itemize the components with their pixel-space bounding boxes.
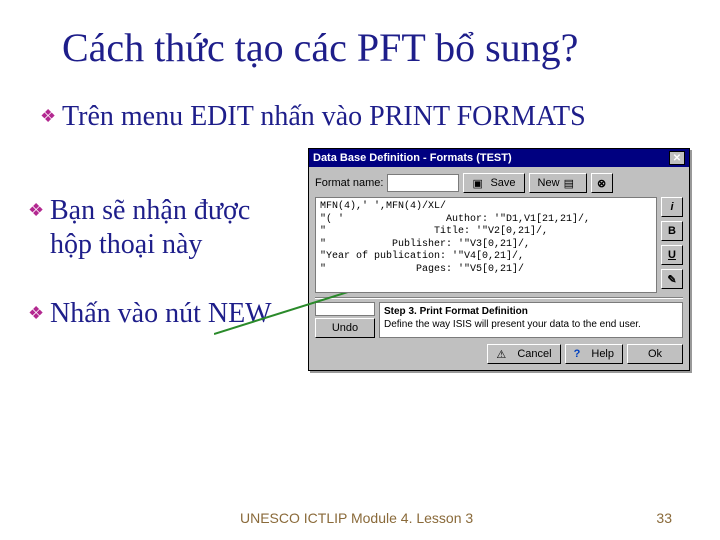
format-name-label: Format name: <box>315 177 383 189</box>
diamond-icon: ❖ <box>40 106 56 128</box>
bold-button[interactable]: B <box>661 221 683 241</box>
page-number: 33 <box>656 510 672 526</box>
bullet-2-text: Bạn sẽ nhận được hộp thoại này <box>50 195 250 260</box>
diamond-icon: ❖ <box>28 303 44 325</box>
slide-title: Cách thức tạo các PFT bổ sung? <box>62 24 692 71</box>
save-button[interactable]: ▣Save <box>463 173 524 193</box>
footer-text: UNESCO ICTLIP Module 4. Lesson 3 <box>240 510 473 526</box>
italic-button[interactable]: i <box>661 197 683 217</box>
ok-button[interactable]: Ok <box>627 344 683 364</box>
doc-icon: ▤ <box>564 177 578 189</box>
new-button[interactable]: New▤ <box>529 173 587 193</box>
bullet-1-text: Trên menu EDIT nhấn vào PRINT FORMATS <box>62 101 586 132</box>
bullet-1: ❖ Trên menu EDIT nhấn vào PRINT FORMATS <box>40 100 586 134</box>
format-name-input[interactable] <box>387 174 459 192</box>
question-icon: ? <box>574 348 581 360</box>
dialog-titlebar: Data Base Definition - Formats (TEST) ✕ <box>309 149 689 167</box>
step-text: Define the way ISIS will present your da… <box>384 319 678 332</box>
dialog-window: Data Base Definition - Formats (TEST) ✕ … <box>308 148 690 371</box>
dialog-title: Data Base Definition - Formats (TEST) <box>313 152 512 164</box>
brush-button[interactable]: ✎ <box>661 269 683 289</box>
step-description: Step 3. Print Format Definition Define t… <box>379 302 683 338</box>
close-button[interactable]: ✕ <box>669 151 685 165</box>
bullet-3: ❖ Nhấn vào nút NEW <box>28 297 298 331</box>
separator <box>315 297 683 298</box>
undo-button[interactable]: Undo <box>315 318 375 338</box>
diamond-icon: ❖ <box>28 200 44 222</box>
dialog-exit-button[interactable]: ⊗ <box>591 173 613 193</box>
help-button[interactable]: ? Help <box>565 344 623 364</box>
underline-button[interactable]: U <box>661 245 683 265</box>
progress-gauge <box>315 302 375 316</box>
disk-icon: ▣ <box>472 177 486 189</box>
cancel-button[interactable]: ⚠ Cancel <box>487 344 560 364</box>
step-title: Step 3. Print Format Definition <box>384 306 678 319</box>
bullet-3-text: Nhấn vào nút NEW <box>50 298 272 329</box>
format-code-textarea[interactable]: MFN(4),' ',MFN(4)/XL/ "( ' Author: '"D1,… <box>315 197 657 293</box>
bullet-2: ❖ Bạn sẽ nhận được hộp thoại này <box>28 194 298 261</box>
warn-icon: ⚠ <box>496 348 506 361</box>
